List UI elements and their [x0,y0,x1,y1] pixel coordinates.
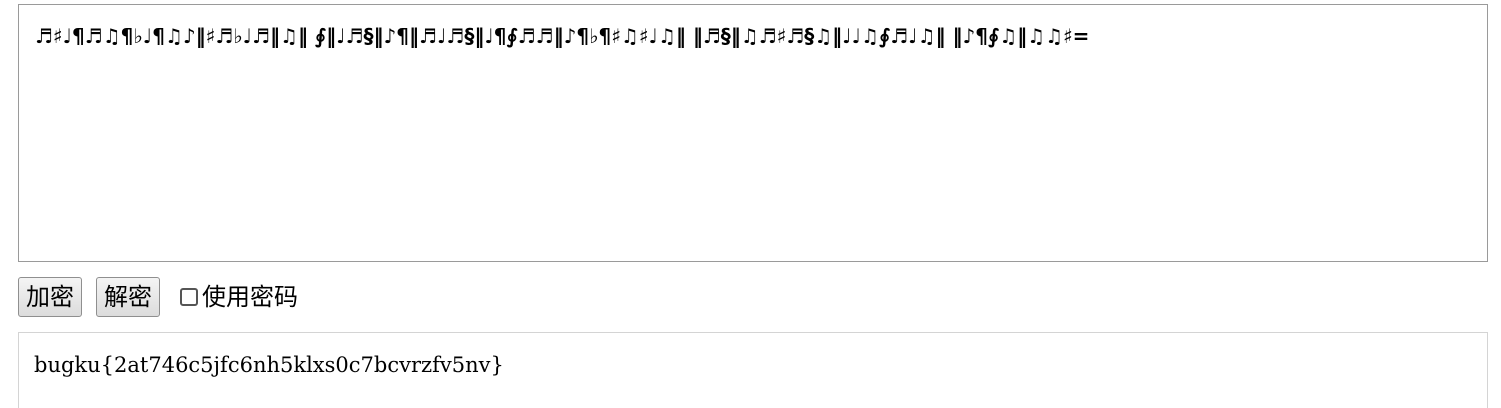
encrypt-button[interactable]: 加密 [18,277,82,317]
use-password-label: 使用密码 [202,283,298,311]
use-password-option[interactable]: 使用密码 [180,277,298,317]
result-output: bugku{2at746c5jfc6nh5klxs0c7bcvrzfv5nv} [18,332,1488,408]
decrypt-button[interactable]: 解密 [96,277,160,317]
cipher-input-textarea[interactable]: ♬♯♩¶♬♫¶♭♩¶♫♪‖♯♬♭♩♬‖♫‖ ∮‖♩♬§‖♪¶‖♬♩♬§‖♩¶∮♬… [18,4,1488,262]
action-bar: 加密 解密 使用密码 [18,277,298,317]
use-password-checkbox[interactable] [180,288,198,306]
music-cipher-page: ♬♯♩¶♬♫¶♭♩¶♫♪‖♯♬♭♩♬‖♫‖ ∮‖♩♬§‖♪¶‖♬♩♬§‖♩¶∮♬… [0,0,1501,408]
